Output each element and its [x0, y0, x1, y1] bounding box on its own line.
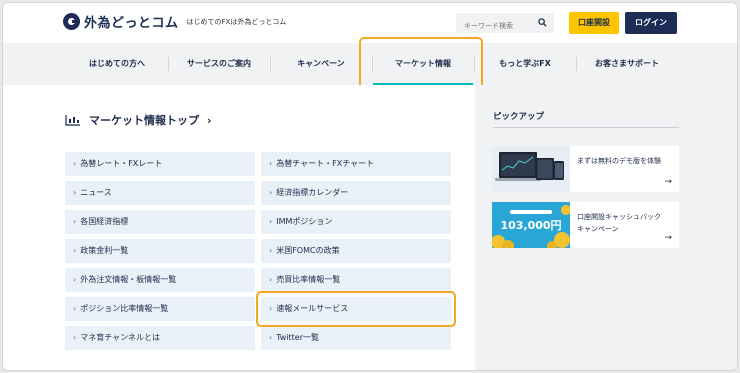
chevron-right-icon: ›	[269, 333, 273, 342]
link-economic-indicators[interactable]: › 各国経済指標	[65, 210, 255, 234]
link-label: 速報メールサービス	[276, 304, 349, 313]
link-label: 経済指標カレンダー	[276, 188, 349, 197]
link-label: IMMポジション	[276, 217, 333, 226]
nav-item-campaigns[interactable]: キャンペーン	[271, 43, 371, 85]
link-fx-rate[interactable]: › 為替レート・FXレート	[65, 152, 255, 176]
section-title-text: マーケット情報トップ	[89, 114, 199, 127]
search-icon[interactable]	[538, 18, 547, 27]
logo[interactable]: 外為どっとコム はじめてのFXは外為どっとコム	[63, 12, 286, 31]
link-order-book[interactable]: › 外為注文情報・板情報一覧	[65, 268, 255, 292]
link-label: Twitter一覧	[276, 333, 320, 342]
nav-item-beginners[interactable]: はじめての方へ	[67, 43, 167, 85]
cashback-amount: 103,000円	[500, 219, 561, 232]
pickup-card-cashback[interactable]: 103,000円 口座開設キャッシュバックキャンペーン →	[492, 202, 679, 248]
section-title[interactable]: マーケット情報トップ ›	[65, 112, 212, 128]
chevron-right-icon: ›	[269, 304, 273, 313]
arrow-right-icon: →	[664, 233, 672, 243]
chevron-right-icon: ›	[73, 246, 77, 255]
chevron-right-icon: ›	[269, 217, 273, 226]
chevron-right-icon: ›	[269, 159, 273, 168]
chevron-right-icon: ›	[269, 188, 273, 197]
link-label: 為替レート・FXレート	[80, 159, 163, 168]
pickup-title: ピックアップ	[493, 112, 545, 122]
header: 外為どっとコム はじめてのFXは外為どっとコム 口座開設 ログイン	[3, 3, 737, 43]
chevron-right-icon: ›	[73, 333, 77, 342]
link-position-ratio[interactable]: › ポジション比率情報一覧	[65, 297, 255, 321]
main-content: マーケット情報トップ › › 為替レート・FXレート › 為替チャート・FXチャート…	[3, 85, 475, 370]
global-nav: はじめての方へ サービスのご案内 キャンペーン マーケット情報 もっと学ぶFX …	[3, 43, 737, 85]
link-label: ニュース	[80, 188, 112, 197]
link-alert-mail[interactable]: › 速報メールサービス	[261, 297, 451, 321]
link-trade-ratio[interactable]: › 売買比率情報一覧	[261, 268, 451, 292]
nav-item-support[interactable]: お客さまサポート	[577, 43, 677, 85]
link-label: マネ育チャンネルとは	[80, 333, 160, 342]
search-box	[456, 13, 554, 36]
pickup-card-text: 口座開設キャッシュバックキャンペーン	[577, 213, 661, 233]
link-label: 為替チャート・FXチャート	[276, 159, 375, 168]
arrow-right-icon: →	[664, 177, 672, 187]
link-twitter-list[interactable]: › Twitter一覧	[261, 326, 451, 350]
cashback-banner-image: 103,000円	[492, 202, 570, 248]
logo-text: 外為どっとコム	[84, 16, 179, 31]
link-economic-calendar[interactable]: › 経済指標カレンダー	[261, 181, 451, 205]
login-button[interactable]: ログイン	[625, 12, 677, 34]
link-label: 売買比率情報一覧	[276, 275, 341, 284]
divider	[493, 127, 679, 128]
link-maneiku-channel[interactable]: › マネ育チャンネルとは	[65, 326, 255, 350]
chevron-right-icon: ›	[73, 188, 77, 197]
link-news[interactable]: › ニュース	[65, 181, 255, 205]
chevron-right-icon: ›	[269, 275, 273, 284]
nav-item-market-info[interactable]: マーケット情報	[373, 43, 473, 85]
demo-app-image	[492, 146, 570, 192]
link-label: 各国経済指標	[80, 217, 129, 226]
nav-item-services[interactable]: サービスのご案内	[169, 43, 269, 85]
chevron-right-icon: ›	[73, 159, 77, 168]
link-label: 米国FOMCの政策	[276, 246, 340, 255]
chevron-right-icon: ›	[73, 304, 77, 313]
link-policy-rates[interactable]: › 政策金利一覧	[65, 239, 255, 263]
chevron-right-icon: ›	[73, 217, 77, 226]
logo-mark-icon	[63, 13, 80, 30]
chart-icon	[65, 115, 80, 126]
pickup-card-text: まずは無料のデモ版を体験	[577, 157, 661, 165]
link-fx-chart[interactable]: › 為替チャート・FXチャート	[261, 152, 451, 176]
link-label: 外為注文情報・板情報一覧	[80, 275, 177, 284]
chevron-right-icon: ›	[73, 275, 77, 284]
link-imm-position[interactable]: › IMMポジション	[261, 210, 451, 234]
pickup-card-demo[interactable]: まずは無料のデモ版を体験 →	[492, 146, 679, 192]
open-account-button[interactable]: 口座開設	[569, 12, 619, 34]
link-fomc[interactable]: › 米国FOMCの政策	[261, 239, 451, 263]
search-input[interactable]	[456, 16, 536, 36]
chevron-right-icon: ›	[207, 113, 212, 127]
browser-frame: 外為どっとコム はじめてのFXは外為どっとコム 口座開設 ログイン はじめての方…	[2, 2, 738, 371]
pickup-sidebar: ピックアップ まずは無料のデモ版を体験 → 103,000円 口座開設キャッシュ…	[475, 85, 737, 370]
chevron-right-icon: ›	[269, 246, 273, 255]
link-label: 政策金利一覧	[80, 246, 129, 255]
link-label: ポジション比率情報一覧	[80, 304, 169, 313]
nav-item-learn-fx[interactable]: もっと学ぶFX	[475, 43, 575, 85]
tagline: はじめてのFXは外為どっとコム	[186, 17, 287, 26]
